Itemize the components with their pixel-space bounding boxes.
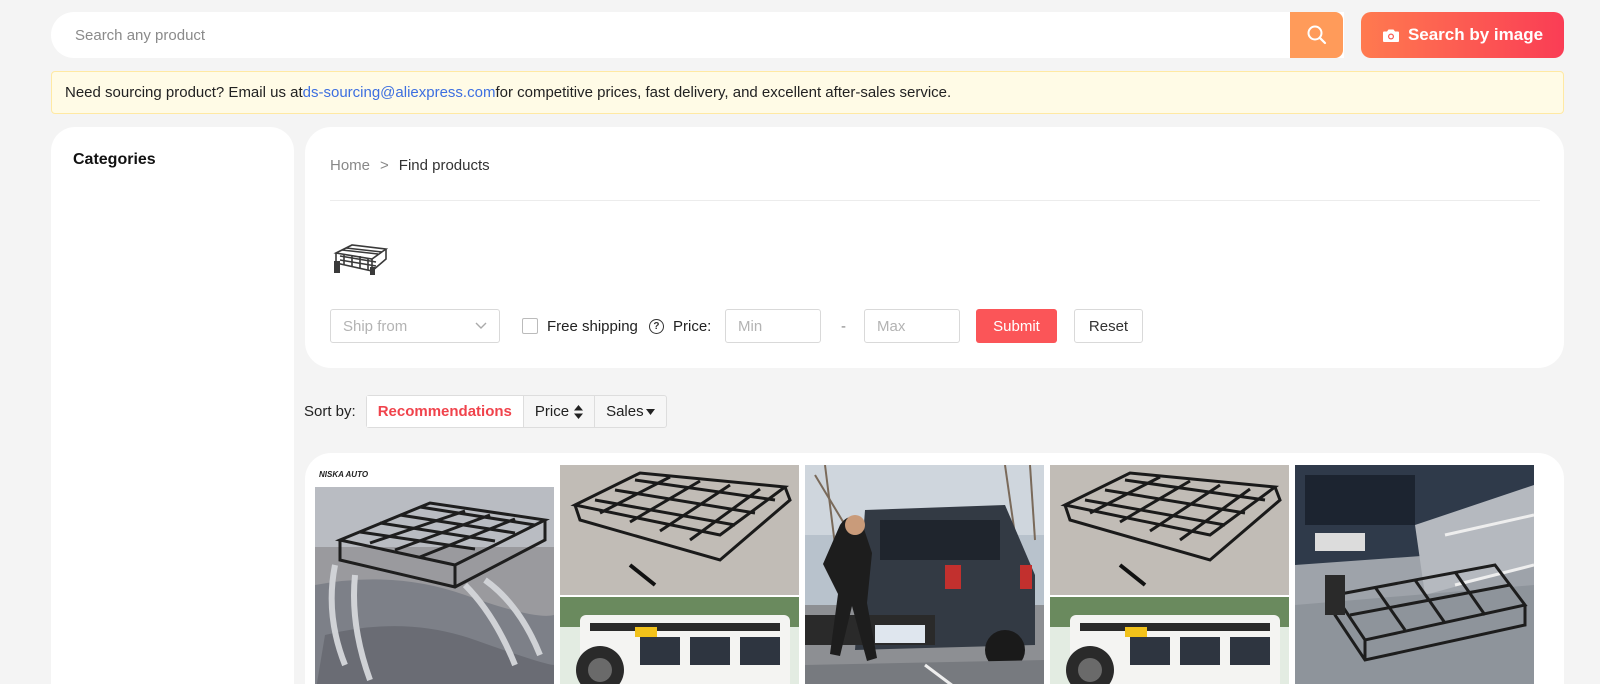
product-card[interactable] — [805, 465, 1044, 684]
product-image — [1295, 465, 1534, 684]
search-input[interactable] — [51, 12, 1291, 58]
price-min-input[interactable] — [725, 309, 821, 343]
brand-logo-text: NISKA AUTO — [319, 470, 369, 479]
reset-button[interactable]: Reset — [1074, 309, 1143, 343]
sort-recommendations-label: Recommendations — [377, 403, 512, 420]
sourcing-email-link[interactable]: ds-sourcing@aliexpress.com — [303, 84, 496, 101]
search-bar — [51, 12, 1344, 58]
free-shipping-checkbox[interactable] — [522, 318, 538, 334]
price-max-input[interactable] — [864, 309, 960, 343]
product-card[interactable]: NISKA AUTO — [315, 465, 554, 684]
product-image — [1050, 465, 1289, 684]
notice-prefix: Need sourcing product? Email us at — [65, 84, 303, 101]
sort-sales-label: Sales — [606, 403, 644, 420]
search-button[interactable] — [1290, 12, 1343, 58]
search-by-image-button[interactable]: Search by image — [1361, 12, 1564, 58]
chevron-down-icon — [475, 322, 487, 329]
submit-button[interactable]: Submit — [976, 309, 1057, 343]
sort-price[interactable]: Price — [524, 396, 596, 427]
notice-suffix: for competitive prices, fast delivery, a… — [495, 84, 952, 101]
breadcrumb: Home > Find products — [330, 157, 490, 174]
search-image-thumbnail[interactable] — [330, 237, 390, 277]
sort-options: Recommendations Price Sales — [365, 395, 667, 428]
product-image — [805, 465, 1044, 684]
filter-row: Ship from Free shipping ? Price: - Submi… — [330, 309, 1540, 343]
product-image — [560, 465, 799, 684]
categories-title: Categories — [73, 151, 156, 168]
sort-sales[interactable]: Sales — [595, 396, 666, 427]
sort-bar: Sort by: Recommendations Price Sales — [304, 395, 667, 428]
price-dash: - — [841, 317, 846, 335]
categories-sidebar: Categories — [51, 127, 294, 684]
price-label: Price: — [673, 317, 712, 335]
sourcing-notice: Need sourcing product? Email us at ds-so… — [51, 71, 1564, 114]
breadcrumb-home[interactable]: Home — [330, 157, 370, 174]
free-shipping-label: Free shipping — [547, 317, 638, 335]
product-card[interactable] — [1295, 465, 1534, 684]
breadcrumb-current: Find products — [398, 157, 490, 174]
free-shipping-filter: Free shipping ? — [522, 309, 664, 343]
search-by-image-label: Search by image — [1407, 25, 1544, 44]
search-icon — [1307, 25, 1326, 45]
product-card[interactable] — [560, 465, 799, 684]
ship-from-placeholder: Ship from — [343, 317, 408, 335]
divider — [330, 200, 1540, 201]
sort-price-label: Price — [534, 403, 570, 420]
ship-from-select[interactable]: Ship from — [330, 309, 500, 343]
sort-updown-icon — [574, 404, 584, 419]
camera-icon — [1382, 29, 1399, 42]
help-icon[interactable]: ? — [648, 318, 664, 334]
product-card[interactable] — [1050, 465, 1289, 684]
sort-recommendations[interactable]: Recommendations — [366, 396, 524, 427]
filter-panel: Home > Find products Ship from Free ship… — [305, 127, 1564, 368]
breadcrumb-separator: > — [380, 157, 389, 174]
sort-label: Sort by: — [304, 403, 356, 420]
product-grid: NISKA AUTO — [305, 453, 1564, 684]
product-image: NISKA AUTO — [315, 465, 554, 684]
caret-down-icon — [645, 408, 655, 415]
